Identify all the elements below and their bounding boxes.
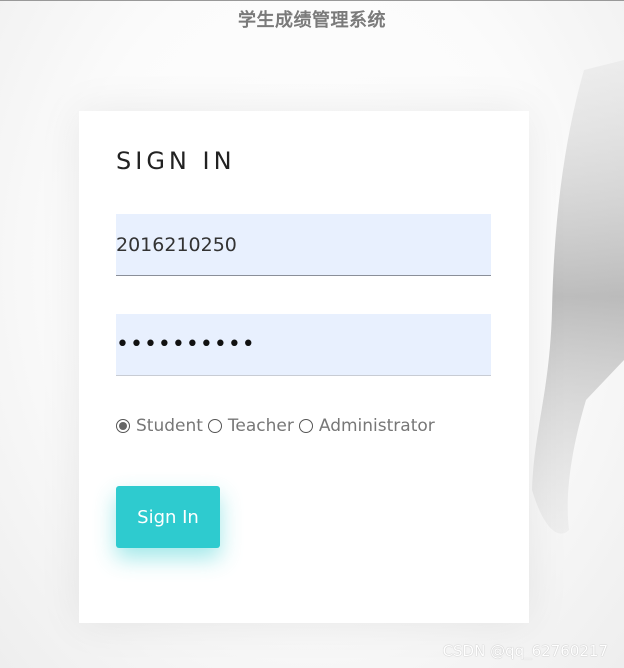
- role-option-teacher[interactable]: Teacher: [207, 416, 294, 436]
- radio-unchecked-icon[interactable]: [298, 419, 313, 433]
- top-border: [0, 0, 624, 1]
- role-radio-group: Student Teacher Administrator: [116, 416, 440, 436]
- background-figure-image: [532, 60, 624, 534]
- role-option-administrator[interactable]: Administrator: [298, 416, 435, 436]
- role-option-student[interactable]: Student: [116, 416, 203, 436]
- radio-unchecked-icon[interactable]: [207, 419, 222, 433]
- app-title: 学生成绩管理系统: [238, 10, 386, 31]
- username-field[interactable]: [116, 214, 491, 276]
- radio-checked-icon[interactable]: [116, 419, 130, 433]
- sign-in-heading: SIGN IN: [116, 147, 236, 175]
- password-field[interactable]: [116, 314, 491, 376]
- role-label-teacher: Teacher: [227, 416, 294, 436]
- login-card: SIGN IN Student Teacher Administrator Si…: [79, 111, 529, 623]
- role-label-student: Student: [136, 416, 203, 436]
- watermark: CSDN @qq_62760217: [442, 642, 608, 660]
- role-label-administrator: Administrator: [318, 416, 435, 436]
- sign-in-button[interactable]: Sign In: [116, 486, 220, 548]
